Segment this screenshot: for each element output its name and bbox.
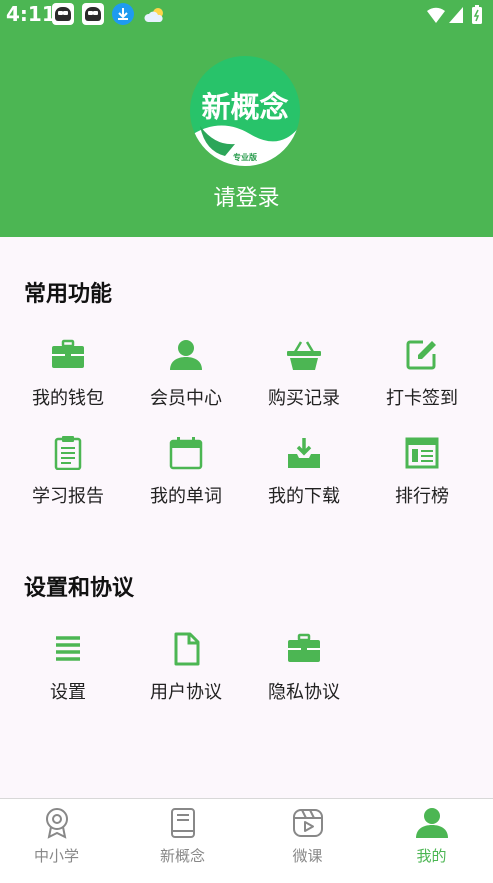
section-title-common: 常用功能 [24, 282, 113, 307]
tab-new-concept[interactable]: 新概念 [121, 799, 244, 883]
list-board-icon [405, 437, 439, 469]
medal-icon [46, 808, 68, 839]
purchase-record-button[interactable]: 购买记录 [244, 338, 362, 428]
grid-label: 打卡签到 [386, 388, 458, 409]
book-icon [171, 808, 195, 838]
tab-mine[interactable]: 我的 [370, 799, 493, 883]
document-icon [174, 632, 200, 666]
basket-icon [287, 341, 321, 370]
tab-label: 我的 [416, 847, 447, 865]
my-downloads-button[interactable]: 我的下载 [244, 436, 362, 526]
person-icon [416, 808, 448, 838]
study-report-button[interactable]: 学习报告 [8, 436, 126, 526]
system-status-icons [427, 5, 482, 24]
grid-label: 我的单词 [150, 486, 222, 507]
app-notification-icon [82, 3, 104, 25]
weather-icon [144, 8, 163, 22]
grid-label: 设置 [50, 682, 86, 703]
tab-micro-lessons[interactable]: 微课 [246, 799, 369, 883]
section-title-settings: 设置和协议 [24, 576, 135, 601]
profile-header: 4:11 新概念 专业版 请登录 [0, 0, 493, 237]
person-icon [170, 340, 202, 370]
tab-label: 新概念 [159, 847, 205, 865]
video-icon [293, 809, 323, 837]
status-bar: 4:11 [0, 0, 493, 28]
grid-label: 隐私协议 [268, 682, 340, 703]
tab-label: 微课 [292, 847, 323, 865]
tab-primary-school[interactable]: 中小学 [0, 799, 118, 883]
menu-icon [56, 636, 80, 661]
grid-label: 用户协议 [150, 682, 222, 703]
wallet-button[interactable]: 我的钱包 [8, 338, 126, 428]
download-status-icon [112, 3, 134, 25]
grid-label: 会员中心 [150, 388, 222, 409]
download-icon [288, 438, 320, 468]
grid-label: 排行榜 [395, 486, 449, 507]
check-in-button[interactable]: 打卡签到 [362, 338, 480, 428]
grid-label: 我的下载 [268, 486, 340, 507]
logo-text: 新概念 [201, 90, 289, 124]
briefcase-icon [288, 633, 320, 662]
logo-subtitle: 专业版 [233, 153, 257, 162]
user-agreement-button[interactable]: 用户协议 [126, 632, 244, 722]
app-notification-icon [52, 3, 74, 25]
status-time: 4:11 [6, 2, 56, 26]
leaderboard-button[interactable]: 排行榜 [362, 436, 480, 526]
tab-label: 中小学 [33, 847, 79, 865]
login-link[interactable]: 请登录 [0, 180, 493, 212]
calendar-icon [169, 437, 203, 470]
edit-icon [406, 340, 436, 370]
member-center-button[interactable]: 会员中心 [126, 338, 244, 428]
grid-label: 购买记录 [268, 388, 340, 409]
my-words-button[interactable]: 我的单词 [126, 436, 244, 526]
briefcase-icon [52, 339, 84, 368]
grid-label: 我的钱包 [32, 388, 104, 409]
settings-button[interactable]: 设置 [8, 632, 126, 722]
clipboard-icon [54, 436, 82, 470]
grid-label: 学习报告 [32, 486, 104, 507]
privacy-agreement-button[interactable]: 隐私协议 [244, 632, 362, 722]
avatar[interactable]: 新概念 专业版 [190, 56, 300, 166]
bottom-tab-bar: 中小学 新概念 微课 我的 [0, 798, 493, 883]
